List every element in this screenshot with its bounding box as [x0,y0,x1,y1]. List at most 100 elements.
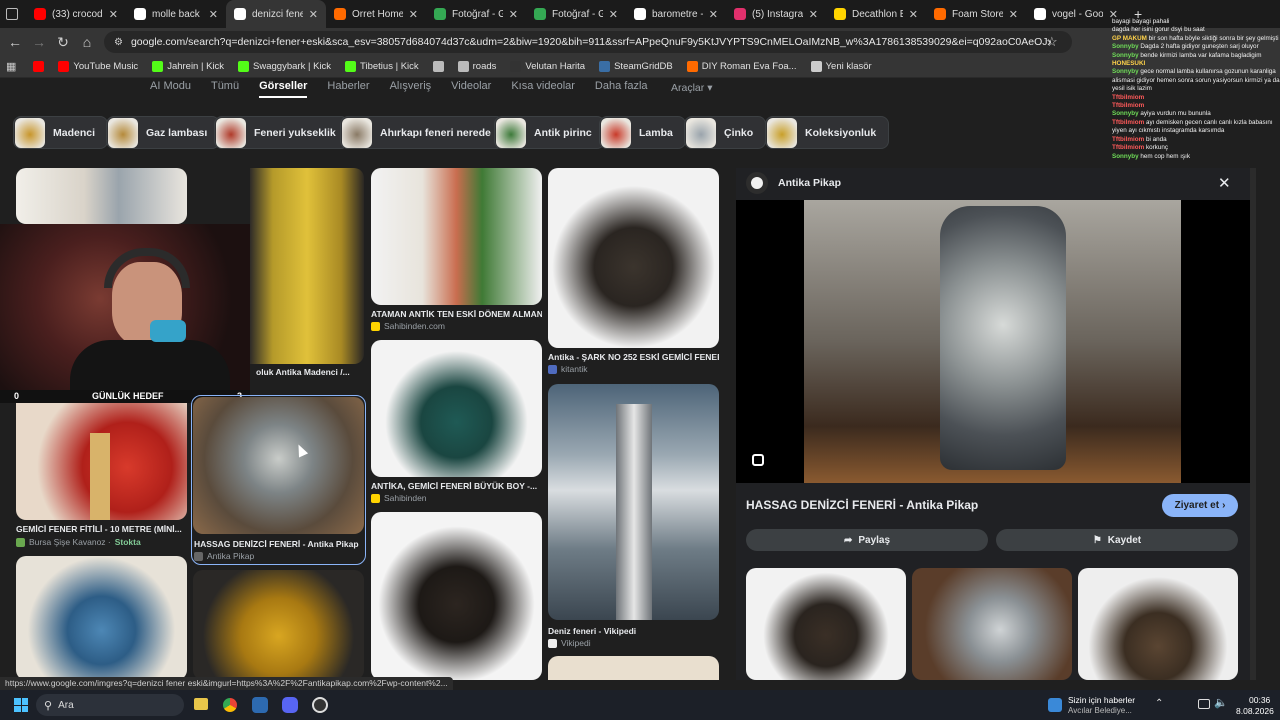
panel-title[interactable]: HASSAG DENİZCİ FENERİ - Antika Pikap [746,498,978,512]
network-icon[interactable] [1198,699,1210,709]
preview-image[interactable] [736,200,1250,483]
refinement-chip[interactable]: Antik pirinc [494,116,605,149]
bookmark-item[interactable] [28,61,49,72]
related-image[interactable] [746,568,906,680]
reload-icon[interactable]: ↻ [51,30,75,54]
tab-close-icon[interactable]: ✕ [109,8,118,21]
bookmark-item[interactable]: roads [453,61,502,72]
clock-date[interactable]: 8.08.2026 [1236,706,1274,716]
windows-start-icon[interactable] [14,698,28,712]
refinement-chip[interactable]: Ahırkapı feneri nerede [340,116,504,149]
result-source[interactable]: kitantik [548,364,587,374]
result-title[interactable]: Antika - ŞARK NO 252 ESKİ GEMİCİ FENER..… [548,352,719,362]
result-image[interactable] [193,570,364,680]
tab-close-icon[interactable]: ✕ [309,8,318,21]
bookmark-item[interactable]: Velutan Harita [505,61,590,72]
discord-icon[interactable] [282,697,298,713]
search-tab[interactable]: Daha fazla [595,80,648,98]
result-source[interactable]: Sahibinden.com [371,321,445,331]
result-title[interactable]: HASSAG DENİZCİ FENERİ - Antika Pikap [194,539,364,549]
refinement-chip[interactable]: Çinko [684,116,767,149]
search-tab[interactable]: Kısa videolar [511,80,575,98]
save-button[interactable]: ⚑ Kaydet [996,529,1238,551]
file-explorer-icon[interactable] [194,698,208,710]
result-title[interactable]: Deniz feneri - Vikipedi [548,626,719,636]
bookmark-item[interactable]: SteamGridDB [594,61,678,72]
result-image[interactable] [371,340,542,477]
browser-tab[interactable]: (33) crocodile ✕ [26,0,126,28]
bookmark-item[interactable] [428,61,449,72]
site-info-icon[interactable]: ⚙ [114,37,123,48]
result-title[interactable]: GEMİCİ FENER FİTİLİ - 10 METRE (MİNİ... [16,524,187,534]
result-source[interactable]: Bursa Şişe Kavanoz · Stokta [16,537,141,547]
lens-icon[interactable] [752,454,764,466]
close-icon[interactable]: ✕ [1218,174,1231,192]
browser-tab[interactable]: Decathlon Bay ✕ [826,0,926,28]
result-image[interactable] [548,656,719,680]
result-source[interactable]: Sahibinden [371,493,427,503]
refinement-chip[interactable]: Koleksiyonluk [765,116,890,149]
result-image[interactable] [16,556,187,680]
clock-time[interactable]: 00:36 [1249,695,1270,705]
tray-chevron-icon[interactable]: ⌃ [1155,698,1163,709]
result-title[interactable]: oluk Antika Madenci /... [256,367,366,377]
refinement-chip[interactable]: Lamba [599,116,686,149]
bookmark-item[interactable]: DIY Roman Eva Foa... [682,61,802,72]
search-tab[interactable]: Tümü [211,80,239,98]
result-image[interactable] [371,512,542,680]
bookmark-star-icon[interactable]: ☆ [1046,34,1058,50]
result-image[interactable] [548,384,719,620]
refinement-chip[interactable]: Gaz lambası [106,116,221,149]
panel-site-name[interactable]: Antika Pikap [778,177,841,189]
visit-button[interactable]: Ziyaret et › [1162,494,1238,517]
result-image[interactable] [548,168,719,348]
search-tab[interactable]: Alışveriş [390,80,432,98]
tab-close-icon[interactable]: ✕ [909,8,918,21]
address-bar[interactable]: ⚙ google.com/search?q=denizci+fener+eski… [104,31,1072,53]
related-image[interactable] [912,568,1072,680]
bookmark-item[interactable]: Jahrein | Kick [147,61,229,72]
result-source[interactable]: Antika Pikap [194,551,254,561]
back-icon[interactable]: ← [3,30,27,54]
browser-tab[interactable]: Orret Home U ✕ [326,0,426,28]
bookmark-item[interactable]: Yeni klasör [806,61,877,72]
related-image[interactable] [1078,568,1238,680]
app-icon[interactable] [252,697,268,713]
panel-scrollbar[interactable] [1250,168,1256,680]
browser-tab[interactable]: Fotoğraf - Goo ✕ [426,0,526,28]
browser-tab[interactable]: molle back - G ✕ [126,0,226,28]
obs-icon[interactable] [312,697,328,713]
tab-close-icon[interactable]: ✕ [609,8,618,21]
volume-icon[interactable]: 🔈 [1214,696,1228,709]
browser-tab[interactable]: barometre - G ✕ [626,0,726,28]
tab-close-icon[interactable]: ✕ [809,8,818,21]
tools-button[interactable]: Araçlar ▾ [671,82,712,94]
bookmark-item[interactable]: Swaggybark | Kick [233,61,336,72]
browser-tab[interactable]: Foam Store Ar ✕ [926,0,1026,28]
search-tab[interactable]: Haberler [327,80,369,98]
tab-close-icon[interactable]: ✕ [409,8,418,21]
bookmark-item[interactable]: YouTube Music [53,61,143,72]
tab-list-icon[interactable] [6,8,18,20]
result-title[interactable]: ANTİKA, GEMİCİ FENERİ BÜYÜK BOY -... [371,481,542,491]
browser-tab[interactable]: (5) Instagram ✕ [726,0,826,28]
browser-tab[interactable]: Fotoğraf - Goo ✕ [526,0,626,28]
refinement-chip[interactable]: Feneri yukseklik [214,116,349,149]
browser-tab[interactable]: denizci fener e ✕ [226,0,326,28]
browser-tab[interactable]: vogel - Googl✕ [1026,0,1126,28]
result-image[interactable] [193,397,364,534]
taskbar-search[interactable]: ⚲ Ara [36,694,184,716]
chrome-icon[interactable] [222,697,238,713]
result-image[interactable] [16,403,187,520]
tab-close-icon[interactable]: ✕ [1009,8,1018,21]
tab-close-icon[interactable]: ✕ [709,8,718,21]
result-source[interactable]: Vikipedi [548,638,591,648]
search-tab[interactable]: Görseller [259,80,308,98]
forward-icon[interactable]: → [27,30,51,54]
news-title[interactable]: Sizin için haberler [1068,695,1135,705]
search-tab[interactable]: AI Modu [150,80,191,98]
bookmark-item[interactable]: Tibetius | Kick [340,61,424,72]
search-tab[interactable]: Videolar [451,80,491,98]
home-icon[interactable]: ⌂ [75,30,99,54]
share-button[interactable]: ➦ Paylaş [746,529,988,551]
